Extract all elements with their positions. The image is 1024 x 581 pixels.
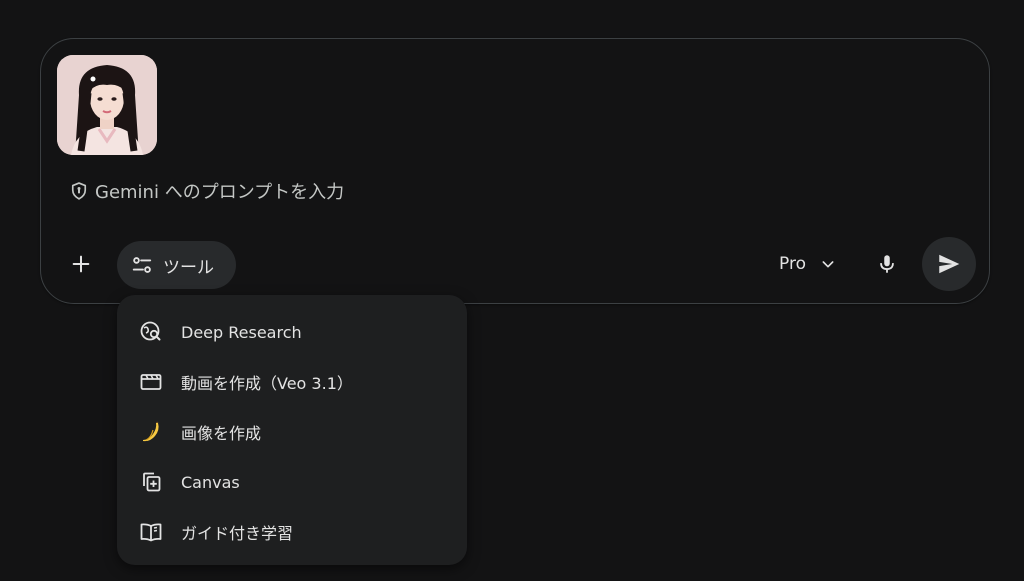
menu-item-label: 動画を作成（Veo 3.1） (181, 374, 353, 393)
canvas-icon (139, 470, 163, 494)
menu-item-create-image[interactable]: 画像を作成 (117, 407, 467, 457)
menu-item-guided-learning[interactable]: ガイド付き学習 (117, 507, 467, 557)
video-clapper-icon (139, 370, 163, 394)
portrait-image (57, 55, 157, 155)
shield-icon (69, 181, 89, 201)
menu-item-label: 画像を作成 (181, 424, 262, 443)
microphone-icon (880, 255, 894, 273)
prompt-composer: Gemini へのプロンプトを入力 ツール Pro (40, 38, 990, 304)
open-book-icon (139, 520, 163, 544)
plus-icon (72, 255, 90, 273)
model-selector[interactable]: Pro (769, 244, 846, 284)
menu-item-label: Deep Research (181, 322, 302, 342)
menu-item-label: Canvas (181, 472, 240, 492)
model-label: Pro (779, 254, 806, 274)
attached-image-thumbnail[interactable] (57, 55, 157, 155)
prompt-placeholder: Gemini へのプロンプトを入力 (95, 182, 345, 203)
tools-menu: Deep Research 動画を作成（Veo 3.1） 画像を作成 Canva… (117, 295, 467, 565)
banana-icon (139, 420, 163, 444)
prompt-input[interactable]: Gemini へのプロンプトを入力 (69, 178, 344, 204)
menu-item-label: ガイド付き学習 (181, 524, 294, 543)
deep-research-icon (139, 320, 163, 344)
menu-item-create-video[interactable]: 動画を作成（Veo 3.1） (117, 357, 467, 407)
tools-button-label: ツール (163, 257, 214, 278)
send-button[interactable] (922, 237, 976, 291)
menu-item-deep-research[interactable]: Deep Research (117, 307, 467, 357)
menu-item-canvas[interactable]: Canvas (117, 457, 467, 507)
chevron-down-icon (822, 261, 834, 268)
add-attachment-button[interactable] (61, 244, 101, 284)
microphone-button[interactable] (867, 244, 907, 284)
tools-sliders-icon (132, 257, 152, 273)
tools-button[interactable]: ツール (117, 241, 236, 289)
send-icon (939, 254, 960, 274)
